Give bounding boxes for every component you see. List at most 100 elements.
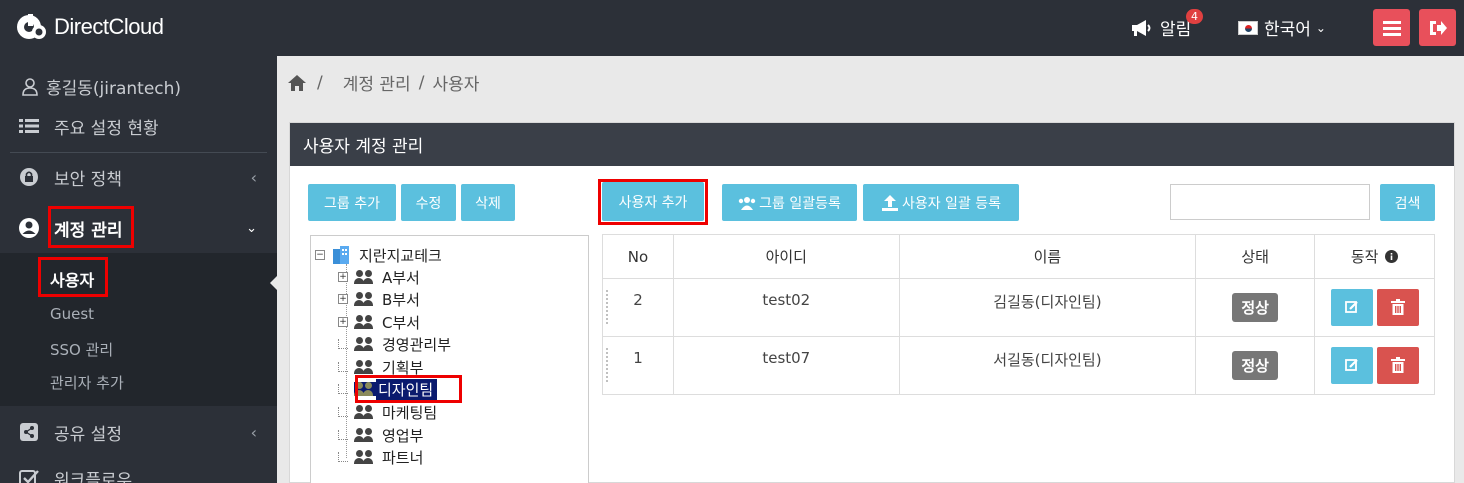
home-icon[interactable] (287, 74, 307, 92)
logout-button[interactable] (1419, 9, 1456, 46)
edit-user-button[interactable] (1330, 347, 1373, 384)
edit-user-button[interactable] (1330, 289, 1373, 326)
group-tree: − 지란지교테크 + A부서 + B부서 + C부서 경영관리부 기획부 디자인… (310, 235, 589, 483)
notification-button[interactable]: 알림 4 (1130, 9, 1203, 40)
breadcrumb-item: 사용자 (432, 75, 480, 95)
expand-icon[interactable]: + (338, 272, 348, 282)
cell-no-value: 1 (633, 349, 643, 367)
submenu-item-add-admin[interactable]: 관리자 추가 (50, 372, 124, 393)
tree-connector (338, 430, 348, 440)
drag-handle[interactable] (605, 289, 609, 325)
cell-no: 2 (602, 278, 674, 337)
cell-no-value: 2 (633, 291, 643, 309)
search-input[interactable] (1170, 184, 1370, 220)
tree-node[interactable]: + B부서 (338, 288, 420, 310)
edit-group-button[interactable]: 수정 (401, 184, 456, 221)
language-selector[interactable]: 한국어 ⌄ (1238, 15, 1326, 40)
submenu-item-guest[interactable]: Guest (50, 305, 94, 323)
menu-button[interactable] (1373, 9, 1410, 46)
group-bulk-register-button[interactable]: 그룹 일괄등록 (722, 184, 857, 221)
add-group-button[interactable]: 그룹 추가 (308, 184, 396, 221)
sidebar-user[interactable]: 홍길동(jirantech) (22, 74, 181, 99)
delete-group-button[interactable]: 삭제 (461, 184, 515, 221)
top-bar: DirectCloud 알림 4 한국어 ⌄ (0, 0, 1464, 56)
tree-node-label: 지란지교테크 (359, 246, 442, 265)
status-badge: 정상 (1232, 293, 1278, 322)
user-circle-icon (19, 218, 39, 238)
submenu-item-sso[interactable]: SSO 관리 (50, 339, 113, 360)
action-header-label: 동작 (1350, 248, 1379, 266)
building-icon (333, 246, 349, 264)
trash-icon (1390, 299, 1405, 315)
breadcrumb-item[interactable]: 계정 관리 (343, 70, 411, 95)
highlight-box (355, 375, 462, 403)
group-icon (354, 450, 376, 464)
tree-node[interactable]: 파트너 (338, 446, 423, 468)
sidebar-divider (10, 152, 267, 153)
collapse-icon[interactable]: − (315, 250, 325, 260)
korea-flag-icon (1238, 20, 1258, 35)
trash-icon (1390, 357, 1405, 373)
edit-icon (1344, 359, 1358, 371)
check-icon (19, 470, 39, 483)
tree-node[interactable]: + C부서 (338, 311, 420, 333)
tree-node-label: B부서 (382, 290, 420, 309)
tree-node[interactable]: + A부서 (338, 266, 420, 288)
sidebar: 홍길동(jirantech) 주요 설정 현황 보안 정책 ‹ 계정 관리 ⌄ … (0, 56, 278, 483)
tree-node-label: A부서 (382, 268, 420, 287)
highlight-box (598, 179, 708, 225)
cell-name: 서길동(디자인팀) (898, 336, 1197, 395)
sidebar-item-account[interactable]: 계정 관리 ⌄ (0, 208, 277, 248)
breadcrumb: / 계정 관리 / 사용자 (277, 56, 1464, 109)
logo-text: DirectCloud (54, 14, 164, 39)
tree-connector (338, 339, 348, 349)
logo[interactable]: DirectCloud (16, 12, 164, 42)
tree-connector (338, 384, 348, 394)
sidebar-item-security[interactable]: 보안 정책 ‹ (0, 157, 277, 197)
drag-handle[interactable] (605, 347, 609, 383)
expand-icon[interactable]: + (338, 294, 348, 304)
column-header-no[interactable]: No (602, 234, 674, 279)
cell-status: 정상 (1195, 278, 1316, 337)
chevron-down-icon: ⌄ (246, 220, 257, 236)
list-icon (19, 119, 39, 133)
tree-node-label: 마케팅팀 (382, 403, 438, 422)
delete-user-button[interactable] (1376, 289, 1419, 326)
tree-node[interactable]: 경영관리부 (338, 333, 451, 355)
info-icon[interactable] (1385, 250, 1399, 263)
sidebar-item-label: 주요 설정 현황 (54, 118, 159, 139)
delete-user-button[interactable] (1376, 347, 1419, 384)
column-header-id[interactable]: 아이디 (672, 234, 900, 279)
sidebar-item-overview[interactable]: 주요 설정 현황 (0, 106, 277, 146)
cell-status: 정상 (1195, 336, 1316, 395)
megaphone-icon (1132, 19, 1151, 36)
tree-node[interactable]: 영업부 (338, 424, 423, 446)
expand-icon[interactable]: + (338, 317, 348, 327)
user-bulk-register-button[interactable]: 사용자 일괄 등록 (863, 184, 1019, 221)
cell-id: test07 (672, 336, 900, 395)
breadcrumb-separator: / (317, 72, 323, 93)
tree-root[interactable]: − 지란지교테크 (315, 244, 442, 266)
chevron-left-icon: ‹ (250, 167, 257, 187)
sidebar-item-workflow[interactable]: 워크플로우 (0, 458, 277, 483)
share-icon (20, 423, 38, 441)
group-icon (354, 428, 376, 442)
highlight-box (38, 257, 108, 297)
group-icon (354, 337, 376, 351)
tree-node-label: 경영관리부 (382, 335, 452, 354)
user-bulk-register-label: 사용자 일괄 등록 (901, 195, 1002, 212)
lock-icon (20, 168, 38, 186)
table-row[interactable]: 1 test07 서길동(디자인팀) 정상 (602, 336, 1435, 395)
tree-node[interactable]: 마케팅팀 (338, 401, 437, 423)
search-button[interactable]: 검색 (1380, 184, 1435, 221)
panel-title: 사용자 계정 관리 (290, 123, 1454, 166)
column-header-status[interactable]: 상태 (1195, 234, 1316, 279)
tree-connector (338, 362, 348, 372)
table-row[interactable]: 2 test02 김길동(디자인팀) 정상 (602, 278, 1435, 337)
sidebar-item-label: 공유 설정 (54, 424, 122, 445)
status-badge: 정상 (1232, 351, 1278, 380)
cell-actions (1314, 278, 1435, 337)
tree-node-label: C부서 (382, 313, 421, 332)
sidebar-item-share[interactable]: 공유 설정 ‹ (0, 412, 277, 452)
column-header-name[interactable]: 이름 (898, 234, 1197, 279)
